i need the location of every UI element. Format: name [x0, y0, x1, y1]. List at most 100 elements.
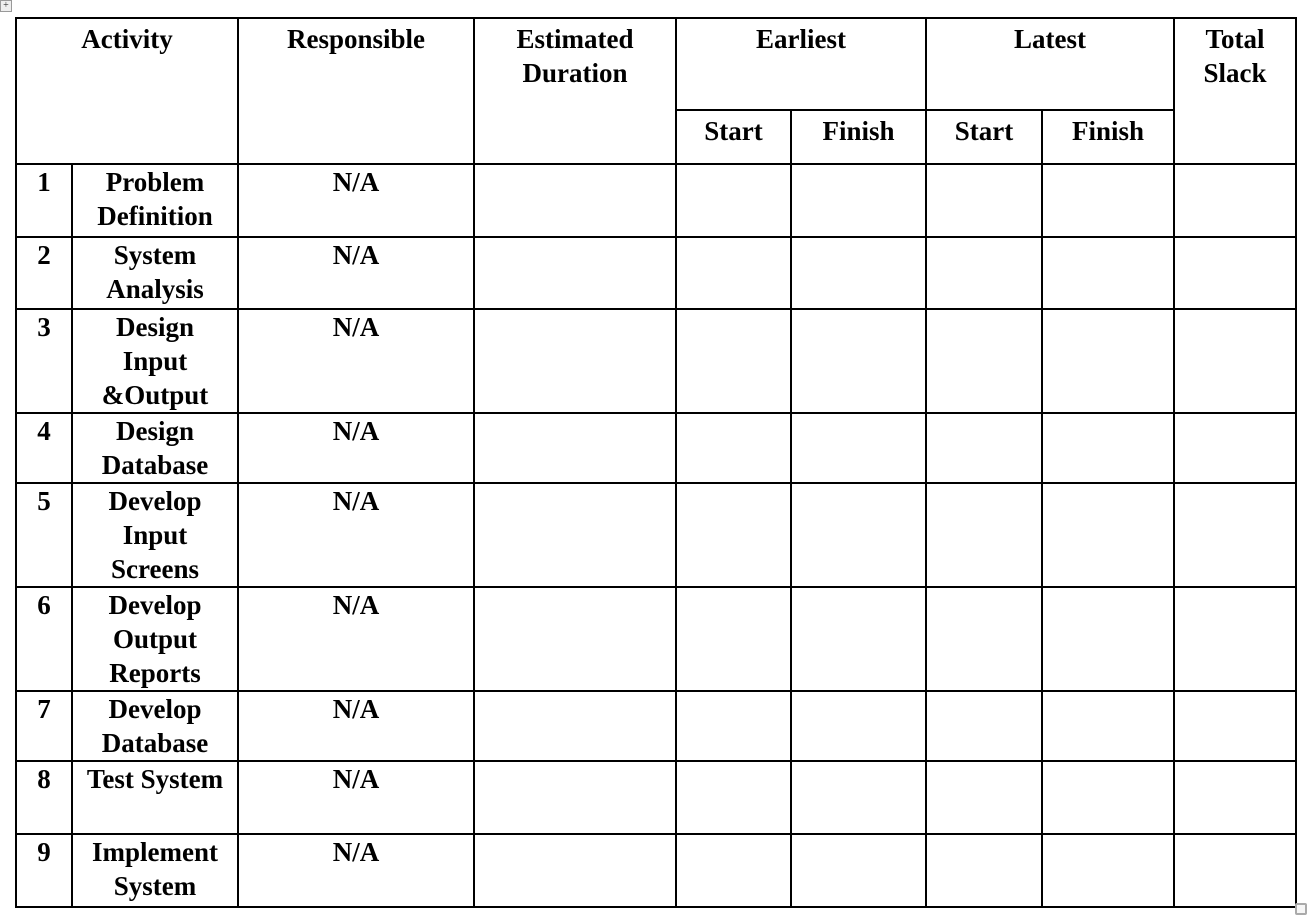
- total-slack-cell[interactable]: [1173, 163, 1297, 238]
- earliest-start-cell[interactable]: [675, 163, 792, 238]
- estimated-duration-cell[interactable]: [473, 760, 677, 835]
- header-latest-start: Start: [925, 109, 1043, 165]
- row-number-cell: 7: [15, 690, 73, 762]
- earliest-start-cell[interactable]: [675, 586, 792, 692]
- estimated-duration-cell[interactable]: [473, 308, 677, 414]
- header-activity: Activity: [15, 17, 239, 165]
- responsible-cell: N/A: [237, 760, 475, 835]
- row-number-cell: 4: [15, 412, 73, 484]
- latest-finish-cell[interactable]: [1041, 760, 1175, 835]
- latest-start-cell[interactable]: [925, 586, 1043, 692]
- responsible-cell: N/A: [237, 690, 475, 762]
- responsible-cell: N/A: [237, 308, 475, 414]
- latest-finish-cell[interactable]: [1041, 833, 1175, 908]
- row-number-cell: 3: [15, 308, 73, 414]
- estimated-duration-cell[interactable]: [473, 482, 677, 588]
- header-latest: Latest: [925, 17, 1175, 111]
- earliest-start-cell[interactable]: [675, 308, 792, 414]
- table-row: 1 Problem Definition N/A: [15, 163, 1297, 238]
- row-number-cell: 5: [15, 482, 73, 588]
- earliest-finish-cell[interactable]: [790, 690, 927, 762]
- latest-finish-cell[interactable]: [1041, 690, 1175, 762]
- responsible-cell: N/A: [237, 412, 475, 484]
- table-row: 5 Develop Input Screens N/A: [15, 482, 1297, 588]
- header-earliest: Earliest: [675, 17, 927, 111]
- total-slack-cell[interactable]: [1173, 482, 1297, 588]
- total-slack-cell[interactable]: [1173, 308, 1297, 414]
- row-number-cell: 9: [15, 833, 73, 908]
- latest-start-cell[interactable]: [925, 760, 1043, 835]
- activity-name-cell: Design Input &Output: [71, 308, 239, 414]
- latest-finish-cell[interactable]: [1041, 412, 1175, 484]
- activity-name-cell: Develop Database: [71, 690, 239, 762]
- latest-finish-cell[interactable]: [1041, 236, 1175, 310]
- earliest-finish-cell[interactable]: [790, 236, 927, 310]
- row-number-cell: 8: [15, 760, 73, 835]
- latest-finish-cell[interactable]: [1041, 163, 1175, 238]
- earliest-finish-cell[interactable]: [790, 760, 927, 835]
- earliest-finish-cell[interactable]: [790, 412, 927, 484]
- earliest-start-cell[interactable]: [675, 833, 792, 908]
- header-earliest-start: Start: [675, 109, 792, 165]
- table-row: 7 Develop Database N/A: [15, 690, 1297, 762]
- table-row: 8 Test System N/A: [15, 760, 1297, 835]
- latest-start-cell[interactable]: [925, 412, 1043, 484]
- table-row: 4 Design Database N/A: [15, 412, 1297, 484]
- earliest-finish-cell[interactable]: [790, 163, 927, 238]
- table-row: 9 Implement System N/A: [15, 833, 1297, 908]
- table-row: 6 Develop Output Reports N/A: [15, 586, 1297, 692]
- earliest-start-cell[interactable]: [675, 482, 792, 588]
- header-earliest-finish: Finish: [790, 109, 927, 165]
- earliest-start-cell[interactable]: [675, 760, 792, 835]
- table-row: 2 System Analysis N/A: [15, 236, 1297, 310]
- table-resize-handle[interactable]: [1295, 903, 1307, 915]
- estimated-duration-cell[interactable]: [473, 163, 677, 238]
- latest-finish-cell[interactable]: [1041, 586, 1175, 692]
- row-number-cell: 2: [15, 236, 73, 310]
- responsible-cell: N/A: [237, 482, 475, 588]
- earliest-finish-cell[interactable]: [790, 308, 927, 414]
- header-estimated-duration: Estimated Duration: [473, 17, 677, 165]
- activity-name-cell: Implement System: [71, 833, 239, 908]
- total-slack-cell[interactable]: [1173, 833, 1297, 908]
- latest-start-cell[interactable]: [925, 236, 1043, 310]
- total-slack-cell[interactable]: [1173, 760, 1297, 835]
- earliest-finish-cell[interactable]: [790, 586, 927, 692]
- estimated-duration-cell[interactable]: [473, 586, 677, 692]
- latest-start-cell[interactable]: [925, 833, 1043, 908]
- estimated-duration-cell[interactable]: [473, 833, 677, 908]
- earliest-finish-cell[interactable]: [790, 482, 927, 588]
- earliest-start-cell[interactable]: [675, 412, 792, 484]
- activity-name-cell: Test System: [71, 760, 239, 835]
- activity-schedule-table: Activity Responsible Estimated Duration …: [15, 17, 1297, 908]
- responsible-cell: N/A: [237, 163, 475, 238]
- earliest-start-cell[interactable]: [675, 690, 792, 762]
- total-slack-cell[interactable]: [1173, 412, 1297, 484]
- estimated-duration-cell[interactable]: [473, 690, 677, 762]
- header-total-slack: Total Slack: [1173, 17, 1297, 165]
- estimated-duration-cell[interactable]: [473, 412, 677, 484]
- earliest-start-cell[interactable]: [675, 236, 792, 310]
- activity-name-cell: Problem Definition: [71, 163, 239, 238]
- table-move-handle-icon[interactable]: +: [0, 0, 12, 12]
- responsible-cell: N/A: [237, 236, 475, 310]
- latest-start-cell[interactable]: [925, 690, 1043, 762]
- total-slack-cell[interactable]: [1173, 586, 1297, 692]
- activity-name-cell: Develop Input Screens: [71, 482, 239, 588]
- latest-finish-cell[interactable]: [1041, 482, 1175, 588]
- total-slack-cell[interactable]: [1173, 690, 1297, 762]
- latest-start-cell[interactable]: [925, 163, 1043, 238]
- header-latest-finish: Finish: [1041, 109, 1175, 165]
- responsible-cell: N/A: [237, 586, 475, 692]
- latest-start-cell[interactable]: [925, 482, 1043, 588]
- row-number-cell: 1: [15, 163, 73, 238]
- earliest-finish-cell[interactable]: [790, 833, 927, 908]
- header-responsible: Responsible: [237, 17, 475, 165]
- total-slack-cell[interactable]: [1173, 236, 1297, 310]
- activity-name-cell: Design Database: [71, 412, 239, 484]
- estimated-duration-cell[interactable]: [473, 236, 677, 310]
- latest-finish-cell[interactable]: [1041, 308, 1175, 414]
- latest-start-cell[interactable]: [925, 308, 1043, 414]
- row-number-cell: 6: [15, 586, 73, 692]
- responsible-cell: N/A: [237, 833, 475, 908]
